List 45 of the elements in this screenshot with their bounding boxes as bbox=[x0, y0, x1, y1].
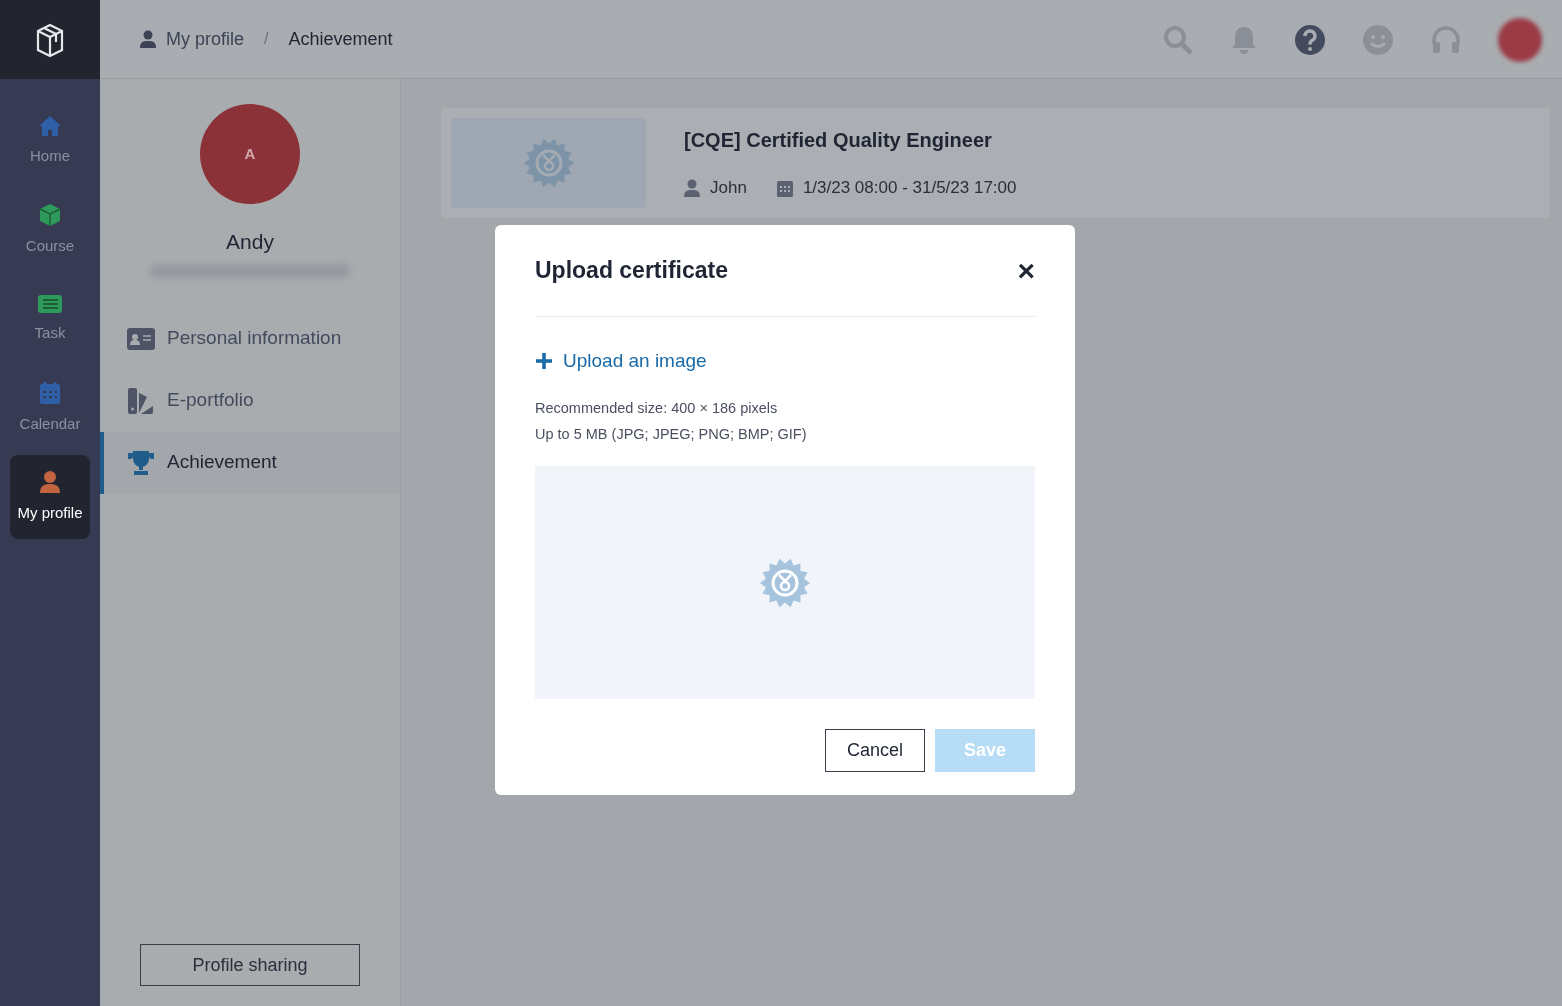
breadcrumb-link[interactable]: My profile bbox=[140, 25, 245, 53]
achievement-card[interactable]: [CQE] Certified Quality Engineer John 1/3/23 08:00 - 31/5/23 17:00 bbox=[441, 108, 1550, 218]
calendar-icon bbox=[39, 380, 61, 405]
certificate-title: [CQE] Certified Quality Engineer bbox=[684, 128, 993, 154]
issuer-name: John bbox=[710, 177, 747, 200]
upload-hint: Recommended size: 400 × 186 pixels bbox=[535, 398, 779, 418]
nav-item[interactable]: Task bbox=[10, 277, 90, 361]
profile-menu-item[interactable]: E-portfolio bbox=[100, 369, 400, 432]
nav-item[interactable]: Course bbox=[10, 188, 90, 272]
calendar-icon bbox=[776, 179, 793, 197]
logo-icon bbox=[35, 21, 65, 58]
user-avatar[interactable] bbox=[1498, 18, 1542, 62]
date-range: 1/3/23 08:00 - 31/5/23 17:00 bbox=[802, 177, 1017, 200]
upload-image-link[interactable]: Upload an image bbox=[535, 347, 707, 376]
headset-icon[interactable] bbox=[1430, 24, 1462, 56]
upload-hint: Up to 5 MB (JPG; JPEG; PNG; BMP; GIF) bbox=[535, 425, 808, 445]
home-icon bbox=[38, 114, 62, 137]
plus-icon bbox=[535, 352, 553, 371]
trophy-icon bbox=[127, 449, 155, 476]
breadcrumb-current: Achievement bbox=[288, 27, 393, 51]
profile-menu-item[interactable]: Personal information bbox=[100, 307, 400, 370]
smiley-icon[interactable] bbox=[1362, 24, 1394, 56]
nav-item[interactable]: My profile bbox=[10, 455, 90, 539]
user-name: Andy bbox=[226, 229, 274, 255]
course-icon bbox=[38, 202, 62, 227]
close-button[interactable]: × bbox=[1017, 255, 1035, 286]
search-icon[interactable] bbox=[1162, 24, 1194, 56]
id-card-icon bbox=[127, 327, 155, 350]
nav-item[interactable]: Calendar bbox=[10, 366, 90, 450]
profile-sharing-button[interactable]: Profile sharing bbox=[140, 944, 360, 986]
task-icon bbox=[37, 293, 63, 314]
medal-badge-icon bbox=[522, 137, 575, 189]
dialog-title: Upload certificate bbox=[535, 256, 728, 286]
portfolio-icon bbox=[127, 386, 155, 415]
avatar: A bbox=[200, 104, 300, 204]
bell-icon[interactable] bbox=[1230, 25, 1258, 55]
profile-icon bbox=[39, 469, 61, 494]
person-icon bbox=[684, 179, 700, 197]
nav-item[interactable]: Home bbox=[10, 99, 90, 183]
cancel-button[interactable]: Cancel bbox=[825, 729, 925, 772]
help-icon[interactable] bbox=[1294, 24, 1326, 56]
breadcrumb-separator: / bbox=[264, 29, 269, 49]
profile-menu-item[interactable]: Achievement bbox=[100, 431, 400, 494]
person-icon bbox=[140, 30, 156, 48]
medal-badge-icon bbox=[759, 556, 811, 609]
